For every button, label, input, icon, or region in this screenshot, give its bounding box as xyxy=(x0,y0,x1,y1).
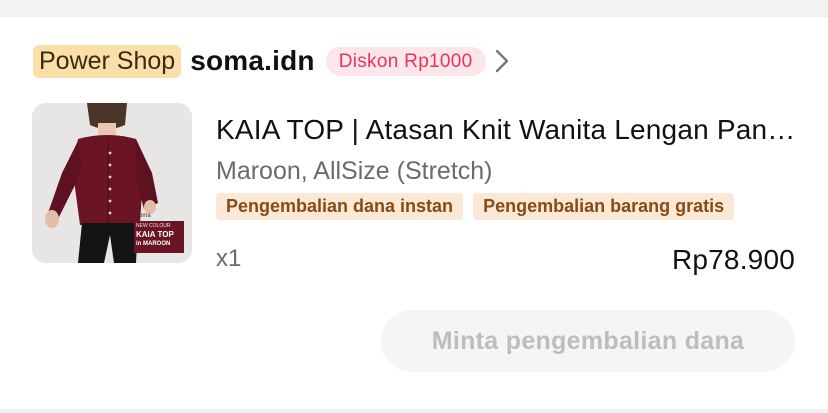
image-caption-line2: KAIA TOP xyxy=(136,230,174,239)
order-item-card: Power Shop soma.idn Diskon Rp1000 soma N… xyxy=(0,17,828,409)
image-brand-text: soma xyxy=(136,213,151,219)
tag-instant-refund: Pengembalian dana instan xyxy=(216,193,464,220)
product-title[interactable]: KAIA TOP | Atasan Knit Wanita Lengan Pan… xyxy=(216,114,796,146)
price: Rp78.900 xyxy=(671,244,795,275)
product-variant: Maroon, AllSize (Stretch) xyxy=(216,157,493,185)
shop-name[interactable]: soma.idn xyxy=(190,45,315,77)
tag-free-return: Pengembalian barang gratis xyxy=(473,193,735,220)
quantity: x1 xyxy=(216,245,242,272)
bottom-separator xyxy=(0,409,828,413)
image-caption-line1: NEW COLOUR xyxy=(136,223,171,229)
top-separator xyxy=(0,0,828,17)
image-caption-line3: in MAROON xyxy=(136,241,171,247)
request-refund-button[interactable]: Minta pengembalian dana xyxy=(381,310,795,372)
chevron-right-icon[interactable] xyxy=(494,47,514,75)
service-tags: Pengembalian dana instan Pengembalian ba… xyxy=(216,193,735,220)
discount-badge: Diskon Rp1000 xyxy=(325,46,486,76)
product-image[interactable]: soma NEW COLOUR KAIA TOP in MAROON xyxy=(32,103,192,263)
power-shop-badge: Power Shop xyxy=(33,44,182,78)
shop-header[interactable]: Power Shop soma.idn Diskon Rp1000 xyxy=(33,44,514,78)
